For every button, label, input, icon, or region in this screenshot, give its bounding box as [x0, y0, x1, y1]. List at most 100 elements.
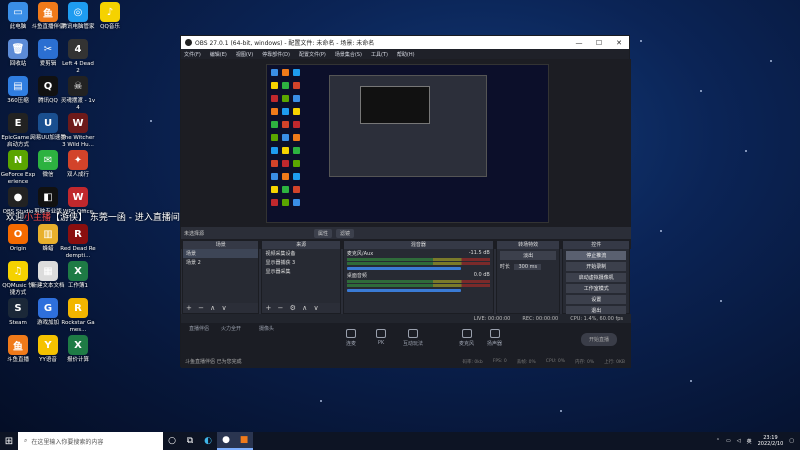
desktop-shortcut[interactable]: ☠ 灵魂摆渡 - 1v4 [60, 76, 96, 112]
tool-item[interactable]: 互动玩法 [403, 329, 423, 347]
preview-thumbnail-icon [282, 121, 289, 128]
tool-item[interactable]: 扬声器 [487, 329, 502, 347]
transition-select[interactable]: 淡出 [499, 251, 557, 260]
preview-thumbnail-icon [293, 121, 300, 128]
multitask-icon[interactable]: ⧉ [181, 432, 199, 450]
live-timer: LIVE: 00:00:00 [473, 315, 511, 322]
desktop-shortcut-label: 腾讯电脑管家 [61, 24, 95, 30]
scenes-dock-buttons[interactable]: + − ∧ ∨ [183, 303, 259, 313]
desktop-shortcut[interactable]: R Rockstar Games... [60, 298, 96, 334]
source-item[interactable]: 显示器采集 [262, 267, 339, 276]
preview-thumbnail-icon [271, 173, 278, 180]
source-item[interactable]: 视频采集设备 [262, 249, 339, 258]
app-icon: 4 [68, 39, 88, 59]
app-icon: W [68, 187, 88, 207]
preview-thumbnail-icon [271, 108, 278, 115]
menu-bar: 文件(F) 编辑(E) 视图(V) 停靠部件(D) 配置文件(P) 场景集合(S… [181, 49, 629, 59]
menu-profile[interactable]: 配置文件(P) [299, 51, 326, 58]
app-icon: X [68, 261, 88, 281]
desktop-shortcut[interactable]: 4 Left 4 Dead 2 [60, 39, 96, 75]
sources-dock-buttons[interactable]: + − ⚙ ∧ ∨ [262, 303, 340, 313]
app-icon: 鱼 [38, 2, 58, 22]
obs-taskbar-icon[interactable]: ● [217, 432, 235, 450]
mixer-dock-title: 混音器 [343, 241, 493, 249]
app-icon: 🗑 [8, 39, 28, 59]
sources-dock-title: 来源 [262, 241, 340, 249]
menu-tools[interactable]: 工具(T) [371, 51, 388, 58]
preview-thumbnail-icon [271, 82, 278, 89]
preview-thumbnail-icon [271, 186, 278, 193]
stat: 上行: 0KB [604, 360, 625, 365]
douyu-taskbar-icon[interactable]: ■ [235, 432, 253, 450]
menu-help[interactable]: 帮助(H) [397, 51, 415, 58]
tool-item[interactable]: 摄像头 [259, 325, 274, 332]
maximize-button[interactable]: ☐ [589, 39, 609, 47]
tool-item[interactable]: 火力全开 [221, 325, 241, 332]
stop-streaming-button[interactable]: 停止推流 [566, 251, 626, 260]
app-icon: ✦ [68, 150, 88, 170]
scene-item[interactable]: 场景 [183, 249, 259, 258]
app-icon: Q [38, 76, 58, 96]
preview-thumbnail-icon [271, 95, 278, 102]
tool-item[interactable]: PK [376, 329, 386, 346]
preview-area [181, 59, 631, 249]
app-icon: ◎ [68, 2, 88, 22]
desktop-shortcut[interactable]: X 工作簿1 [60, 261, 96, 290]
studio-mode-button[interactable]: 工作室模式 [566, 284, 626, 293]
menu-view[interactable]: 视图(V) [236, 51, 253, 58]
edge-icon[interactable]: ◐ [199, 432, 217, 450]
preview-thumbnail-icon [293, 160, 300, 167]
start-virtual-camera-button[interactable]: 启动虚拟摄像机 [566, 273, 626, 282]
scenes-dock-title: 场景 [183, 241, 259, 249]
properties-button[interactable]: 属性 [314, 228, 333, 238]
filters-button[interactable]: 滤镜 [336, 228, 355, 238]
close-button[interactable]: ✕ [609, 39, 629, 47]
menu-edit[interactable]: 编辑(E) [210, 51, 227, 58]
ime-indicator[interactable]: 英 [747, 438, 752, 445]
preview-thumbnail-icon [282, 134, 289, 141]
menu-scene-collection[interactable]: 场景集合(S) [335, 51, 362, 58]
preview-thumbnail-icon [293, 69, 300, 76]
desktop-shortcut[interactable]: ✦ 双人成行 [60, 150, 96, 179]
cpu-fps: CPU: 1.4%, 60.00 fps [570, 315, 623, 322]
volume-slider[interactable] [346, 267, 462, 270]
tool-item[interactable]: 连麦 [346, 329, 356, 347]
notification-icon[interactable]: ▢ [789, 438, 794, 444]
clock[interactable]: 23:19 2022/2/10 [758, 435, 784, 447]
desktop-shortcut[interactable]: X 报价计算 [60, 335, 96, 364]
source-item[interactable]: 显示器捕获 3 [262, 258, 339, 267]
duration-input[interactable]: 300 ms [514, 264, 542, 270]
preview-thumbnail-icon [282, 82, 289, 89]
preview-thumbnail-icon [293, 173, 300, 180]
mixer-channel: 桌面音频 0.0 dB [344, 271, 493, 293]
desktop-shortcut[interactable]: ♪ QQ音乐 [92, 2, 128, 31]
desktop-shortcut[interactable]: R Red Dead Redempti... [60, 224, 96, 260]
menu-file[interactable]: 文件(F) [184, 51, 201, 58]
preview-thumbnail-icon [282, 186, 289, 193]
desktop-shortcut-label: Red Dead Redempti... [60, 246, 96, 259]
nested-preview-inner [360, 86, 430, 124]
start-button[interactable]: ⊞ [0, 432, 18, 450]
preview-thumbnail-icon [282, 108, 289, 115]
taskbar-search-input[interactable]: ⌕ 在这里输入你要搜索的内容 [18, 432, 163, 450]
volume-slider[interactable] [346, 289, 462, 292]
app-icon: E [8, 113, 28, 133]
menu-docks[interactable]: 停靠部件(D) [262, 51, 290, 58]
preview-thumbnail-icon [271, 160, 278, 167]
go-live-button[interactable]: 开始直播 [580, 333, 617, 346]
tool-item[interactable]: 直播伴侣 [189, 325, 209, 332]
settings-button[interactable]: 设置 [566, 295, 626, 304]
start-recording-button[interactable]: 开始录制 [566, 262, 626, 271]
task-view-icon[interactable]: ○ [163, 432, 181, 450]
preview-thumbnail-icon [282, 69, 289, 76]
volume-icon[interactable]: ◁ [737, 438, 741, 444]
scene-item[interactable]: 场景 2 [183, 258, 258, 267]
chevron-up-icon[interactable]: ⌃ [716, 438, 720, 444]
desktop-shortcut[interactable]: ◎ 腾讯电脑管家 [60, 2, 96, 31]
tool-item[interactable]: 麦克风 [459, 329, 474, 347]
duration-label: 时长 [499, 264, 510, 270]
program-preview[interactable] [266, 64, 549, 223]
desktop-shortcut[interactable]: W The Witcher 3 Wild Hu... [60, 113, 96, 149]
network-icon[interactable]: ▭ [726, 438, 731, 444]
minimize-button[interactable]: — [569, 39, 589, 47]
